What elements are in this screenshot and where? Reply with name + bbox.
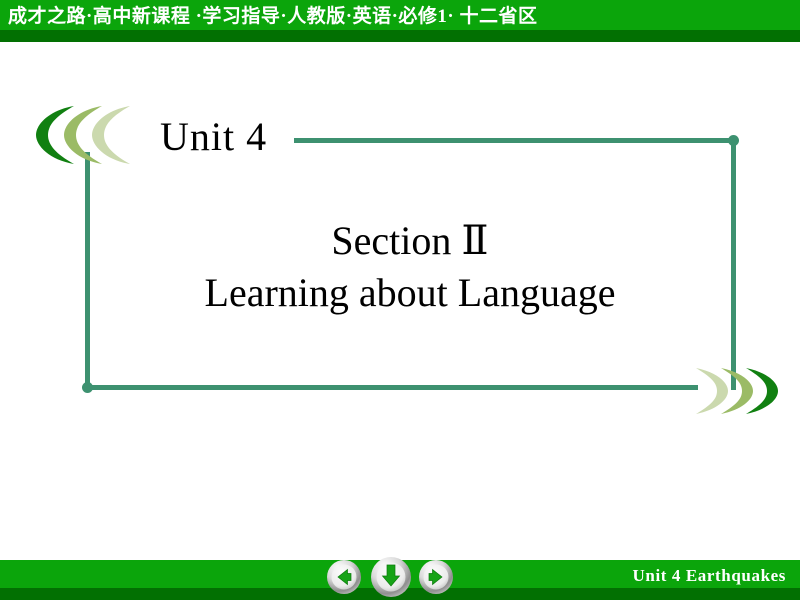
unit-footer-label: Unit 4 Earthquakes [632,566,786,585]
section-name-line: Learning about Language [204,270,616,315]
section-title-block: Section Ⅱ Learning about Language [90,215,730,319]
crescent-light-icon [696,368,728,414]
next-slide-button[interactable] [418,559,454,595]
unit-title: Unit 4 [160,114,268,159]
slide-navigation [326,555,456,600]
frame-corner-dot-bottom-left [82,382,93,393]
frame-line-right [731,140,736,390]
section-number-line: Section Ⅱ [331,218,489,263]
crescent-decoration-right [696,368,778,414]
crescent-light-icon [92,106,130,164]
frame-line-top [294,138,736,143]
crescent-decoration-left [36,106,130,164]
slide-canvas: 成才之路·高中新课程 ·学习指导·人教版·英语·必修1· 十二省区 Unit 4… [0,0,800,600]
next-step-button[interactable] [370,556,412,598]
frame-line-bottom [85,385,698,390]
course-breadcrumb: 成才之路·高中新课程 ·学习指导·人教版·英语·必修1· 十二省区 [8,6,538,27]
frame-corner-dot-top-right [728,135,739,146]
previous-slide-button[interactable] [326,559,362,595]
